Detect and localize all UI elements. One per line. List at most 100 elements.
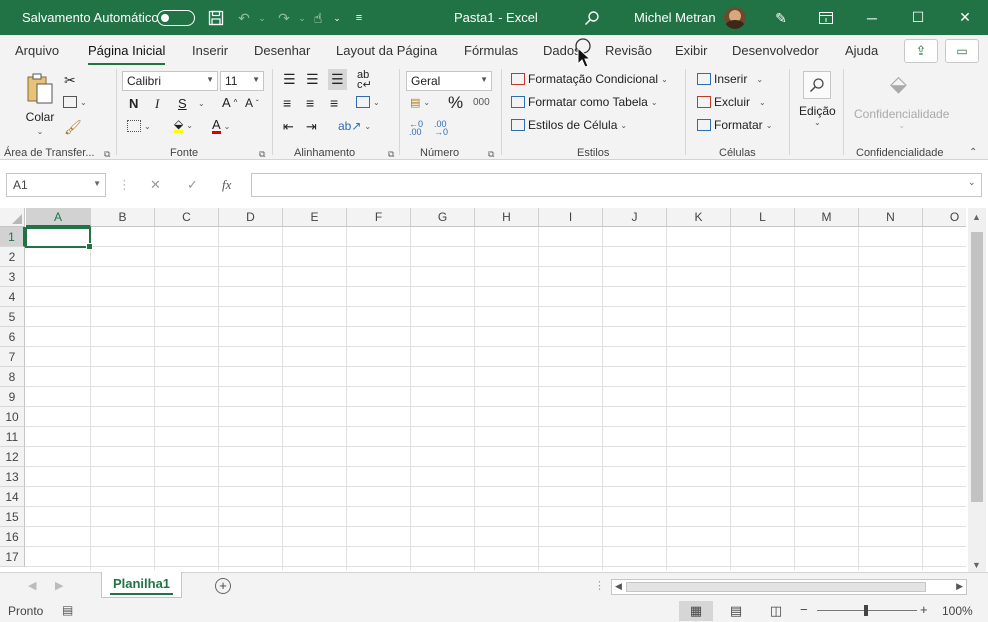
bold-button[interactable]: N [129, 96, 138, 111]
column-header[interactable]: A [26, 208, 91, 227]
column-header[interactable]: B [91, 208, 155, 227]
scroll-left-icon[interactable]: ◀ [615, 581, 622, 592]
column-header[interactable]: C [155, 208, 219, 227]
insert-cells-button[interactable]: Inserir ⌄ [697, 72, 763, 86]
column-header[interactable]: D [219, 208, 283, 227]
cancel-entry-icon[interactable]: ✕ [150, 177, 161, 193]
merge-center-button[interactable]: ⌄ [356, 96, 380, 108]
column-header[interactable]: F [347, 208, 411, 227]
editing-search-icon[interactable] [803, 71, 831, 99]
sheet-tab-planilha1[interactable]: Planilha1 [101, 572, 182, 598]
row-header[interactable]: 15 [0, 507, 25, 527]
font-name-select[interactable]: Calibri ▼ [122, 71, 218, 91]
touch-dropdown-icon[interactable]: ⌄ [327, 8, 347, 28]
search-icon[interactable] [582, 8, 602, 28]
tab-desenhar[interactable]: Desenhar [254, 43, 310, 58]
tab-arquivo[interactable]: Arquivo [15, 43, 59, 58]
cell-styles-button[interactable]: Estilos de Célula ⌄ [511, 118, 627, 132]
italic-button[interactable]: I [155, 96, 159, 112]
format-painter-icon[interactable]: 🖌 [64, 119, 82, 136]
column-header[interactable]: J [603, 208, 667, 227]
tab-layout-pagina[interactable]: Layout da Página [336, 43, 437, 58]
vertical-scrollbar[interactable]: ▲ ▼ [968, 208, 986, 572]
horizontal-scroll-thumb[interactable] [626, 582, 926, 592]
worksheet-grid[interactable]: A B C D E F G H I J K L M N O 1 2 3 4 5 6 7 8 9 10 11 12 13 14 15 16 17 [0, 208, 966, 570]
customize-qat-icon[interactable]: ≡ [349, 8, 369, 28]
font-launcher-icon[interactable]: ⧉ [259, 149, 265, 160]
zoom-level[interactable]: 100% [942, 604, 973, 618]
maximize-icon[interactable]: ☐ [895, 0, 941, 35]
grow-font-button[interactable]: A ^ [222, 95, 237, 110]
column-header[interactable]: M [795, 208, 859, 227]
page-layout-view-icon[interactable]: ▤ [719, 601, 753, 621]
orientation-button[interactable]: ab↗ ⌄ [338, 119, 371, 133]
borders-button[interactable]: ⌄ [127, 120, 151, 132]
save-icon[interactable] [206, 8, 226, 28]
tab-split-icon[interactable]: ⋮ [594, 579, 605, 592]
confirm-entry-icon[interactable]: ✓ [187, 177, 198, 193]
row-header[interactable]: 13 [0, 467, 25, 487]
scroll-right-icon[interactable]: ▶ [956, 581, 963, 592]
ribbon-display-icon[interactable] [816, 8, 836, 28]
accounting-format-button[interactable]: ▤ ⌄ [410, 96, 430, 109]
row-header[interactable]: 9 [0, 387, 25, 407]
row-header[interactable]: 14 [0, 487, 25, 507]
pen-icon[interactable]: ✎ [771, 8, 791, 28]
cut-icon[interactable]: ✂ [64, 72, 76, 89]
comma-style-icon[interactable]: 000 [473, 97, 490, 108]
tab-revisao[interactable]: Revisão [605, 43, 652, 58]
conditional-formatting-button[interactable]: Formatação Condicional ⌄ [511, 72, 668, 86]
redo-icon[interactable]: ↷ [274, 8, 294, 28]
align-center-icon[interactable]: ≡ [306, 95, 314, 111]
row-header[interactable]: 16 [0, 527, 25, 547]
page-break-view-icon[interactable]: ◫ [759, 601, 793, 621]
delete-cells-button[interactable]: Excluir ⌄ [697, 95, 766, 109]
column-header[interactable]: H [475, 208, 539, 227]
sensitivity-button[interactable]: Confidencialidade ⌄ [854, 107, 949, 130]
column-header[interactable]: O [923, 208, 966, 227]
column-header[interactable]: I [539, 208, 603, 227]
add-sheet-icon[interactable]: + [215, 578, 231, 594]
shrink-font-button[interactable]: Aˇ [245, 96, 259, 110]
zoom-in-icon[interactable]: + [920, 602, 928, 617]
zoom-out-icon[interactable]: − [800, 602, 808, 617]
column-header[interactable]: N [859, 208, 923, 227]
avatar[interactable] [724, 7, 746, 29]
font-size-select[interactable]: 11 ▼ [220, 71, 264, 91]
tab-formulas[interactable]: Fórmulas [464, 43, 518, 58]
decrease-indent-icon[interactable]: ⇤ [283, 119, 294, 135]
tab-inserir[interactable]: Inserir [192, 43, 228, 58]
tab-exibir[interactable]: Exibir [675, 43, 708, 58]
wrap-text-icon[interactable]: ab c↵ [357, 70, 372, 91]
underline-button[interactable]: S [178, 96, 187, 111]
row-header[interactable]: 3 [0, 267, 25, 287]
tab-desenvolvedor[interactable]: Desenvolvedor [732, 43, 819, 58]
format-as-table-button[interactable]: Formatar como Tabela ⌄ [511, 95, 658, 109]
minimize-icon[interactable]: ─ [849, 0, 895, 35]
zoom-slider-thumb[interactable] [864, 605, 868, 616]
comments-button[interactable]: ▭ [945, 39, 979, 63]
align-right-icon[interactable]: ≡ [330, 95, 338, 111]
share-button[interactable]: ⇪ [904, 39, 938, 63]
column-header[interactable]: G [411, 208, 475, 227]
row-header[interactable]: 17 [0, 547, 25, 567]
align-top-icon[interactable]: ☰ [283, 71, 296, 88]
scroll-up-icon[interactable]: ▲ [972, 212, 981, 222]
fill-color-button[interactable]: ⬙ ⌄ [174, 118, 193, 133]
expand-formula-bar-icon[interactable]: ⌄ [968, 177, 976, 188]
paste-button[interactable]: Colar ⌄ [25, 71, 55, 136]
row-header[interactable]: 6 [0, 327, 25, 347]
row-header[interactable]: 10 [0, 407, 25, 427]
undo-icon[interactable]: ↶ [234, 8, 254, 28]
format-cells-button[interactable]: Formatar ⌄ [697, 118, 772, 132]
copy-button[interactable]: ⌄ [63, 96, 87, 108]
row-header[interactable]: 8 [0, 367, 25, 387]
alignment-launcher-icon[interactable]: ⧉ [388, 149, 394, 160]
sheet-prev-icon[interactable]: ◀ [28, 579, 36, 592]
autosave-toggle[interactable] [157, 10, 195, 26]
row-header[interactable]: 1 [0, 227, 25, 247]
insert-function-icon[interactable]: fx [222, 177, 231, 193]
normal-view-icon[interactable]: ▦ [679, 601, 713, 621]
collapse-ribbon-icon[interactable]: ⌃ [969, 147, 977, 158]
clipboard-launcher-icon[interactable]: ⧉ [104, 149, 110, 160]
